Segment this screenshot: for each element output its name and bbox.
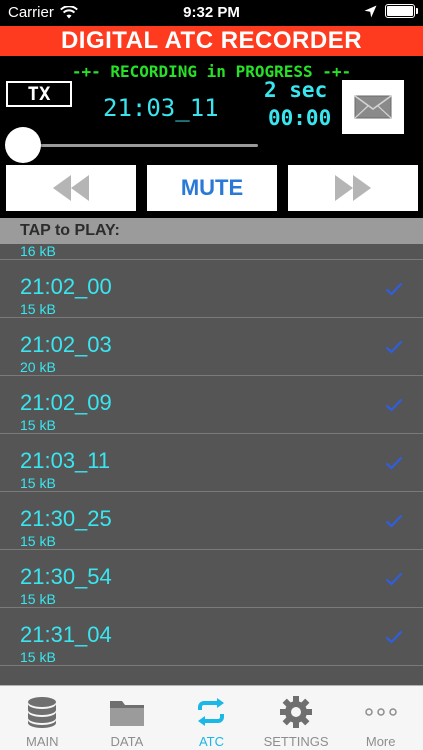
battery-icon [385, 4, 418, 18]
playback-slider-track[interactable] [22, 144, 258, 147]
tab-settings[interactable]: SETTINGS [254, 686, 339, 750]
folder-icon [109, 694, 145, 730]
recording-size: 20 kB [20, 359, 56, 375]
location-arrow-icon [364, 5, 377, 17]
recording-name: 21:03_11 [20, 448, 111, 473]
checkmark-icon [385, 398, 403, 412]
gear-icon [279, 694, 313, 730]
recording-name: 21:02_00 [20, 274, 112, 299]
rewind-button[interactable] [6, 165, 136, 211]
recordings-rows: 21:01_5716 kB21:02_0015 kB21:02_0320 kB2… [0, 218, 423, 666]
list-item[interactable]: 21:02_09 15 kB [0, 376, 423, 434]
recording-size: 16 kB [20, 243, 56, 259]
recording-name: 21:30_25 [20, 506, 112, 531]
recording-size: 15 kB [20, 591, 56, 607]
app-title: DIGITAL ATC RECORDER [0, 26, 423, 56]
tab-label: MAIN [26, 734, 59, 749]
recordings-list[interactable]: TAP to PLAY: 21:01_5716 kB21:02_0015 kB2… [0, 218, 423, 685]
tx-indicator: TX [6, 81, 72, 107]
checkmark-icon [385, 340, 403, 354]
tab-data[interactable]: DATA [85, 686, 170, 750]
recording-size: 15 kB [20, 649, 56, 665]
list-item[interactable]: 21:30_54 15 kB [0, 550, 423, 608]
tab-label: DATA [110, 734, 144, 749]
mute-button[interactable]: MUTE [147, 165, 277, 211]
tab-more[interactable]: More [338, 686, 423, 750]
repeat-icon [193, 694, 229, 730]
email-button[interactable] [342, 80, 404, 134]
tab-atc[interactable]: ATC [169, 686, 254, 750]
recording-name: 21:02_09 [20, 390, 112, 415]
checkmark-icon [385, 514, 403, 528]
tab-main[interactable]: MAIN [0, 686, 85, 750]
status-time: 9:32 PM [183, 4, 240, 21]
recording-name: 21:31_04 [20, 622, 112, 647]
database-icon [25, 694, 59, 730]
recorder-panel: -+- RECORDING in PROGRESS -+- TX 21:03_1… [0, 56, 423, 218]
recording-size: 15 kB [20, 475, 56, 491]
recording-size: 15 kB [20, 301, 56, 317]
checkmark-icon [385, 456, 403, 470]
checkmark-icon [385, 572, 403, 586]
recording-seconds: 2 sec [264, 78, 328, 102]
current-recording-name: 21:03_11 [103, 94, 219, 122]
tab-bar: MAIN DATA ATC SETTINGS More [0, 685, 423, 750]
recording-name: 21:30_54 [20, 564, 112, 589]
envelope-icon [354, 95, 392, 119]
list-item[interactable]: 21:02_00 15 kB [0, 260, 423, 318]
recording-size: 15 kB [20, 533, 56, 549]
tab-label: ATC [198, 734, 224, 749]
checkmark-icon [385, 630, 403, 644]
list-item[interactable]: 21:30_25 15 kB [0, 492, 423, 550]
list-item[interactable]: 21:03_11 15 kB [0, 434, 423, 492]
checkmark-icon [385, 282, 403, 296]
fast-forward-icon [335, 175, 371, 201]
playback-time: 00:00 [268, 106, 332, 130]
playback-slider-thumb[interactable] [5, 127, 41, 163]
status-bar: Carrier 9:32 PM [0, 0, 423, 26]
list-item[interactable]: 21:02_03 20 kB [0, 318, 423, 376]
fast-forward-button[interactable] [288, 165, 418, 211]
recording-size: 15 kB [20, 417, 56, 433]
recording-status: -+- RECORDING in PROGRESS -+- [71, 62, 352, 81]
status-right [364, 4, 418, 18]
more-icon [363, 694, 399, 730]
list-header: TAP to PLAY: [0, 218, 423, 244]
list-item[interactable]: 21:31_04 15 kB [0, 608, 423, 666]
tab-label: More [365, 734, 396, 749]
tab-label: SETTINGS [263, 734, 329, 749]
recording-name: 21:02_03 [20, 332, 112, 357]
rewind-icon [53, 175, 89, 201]
